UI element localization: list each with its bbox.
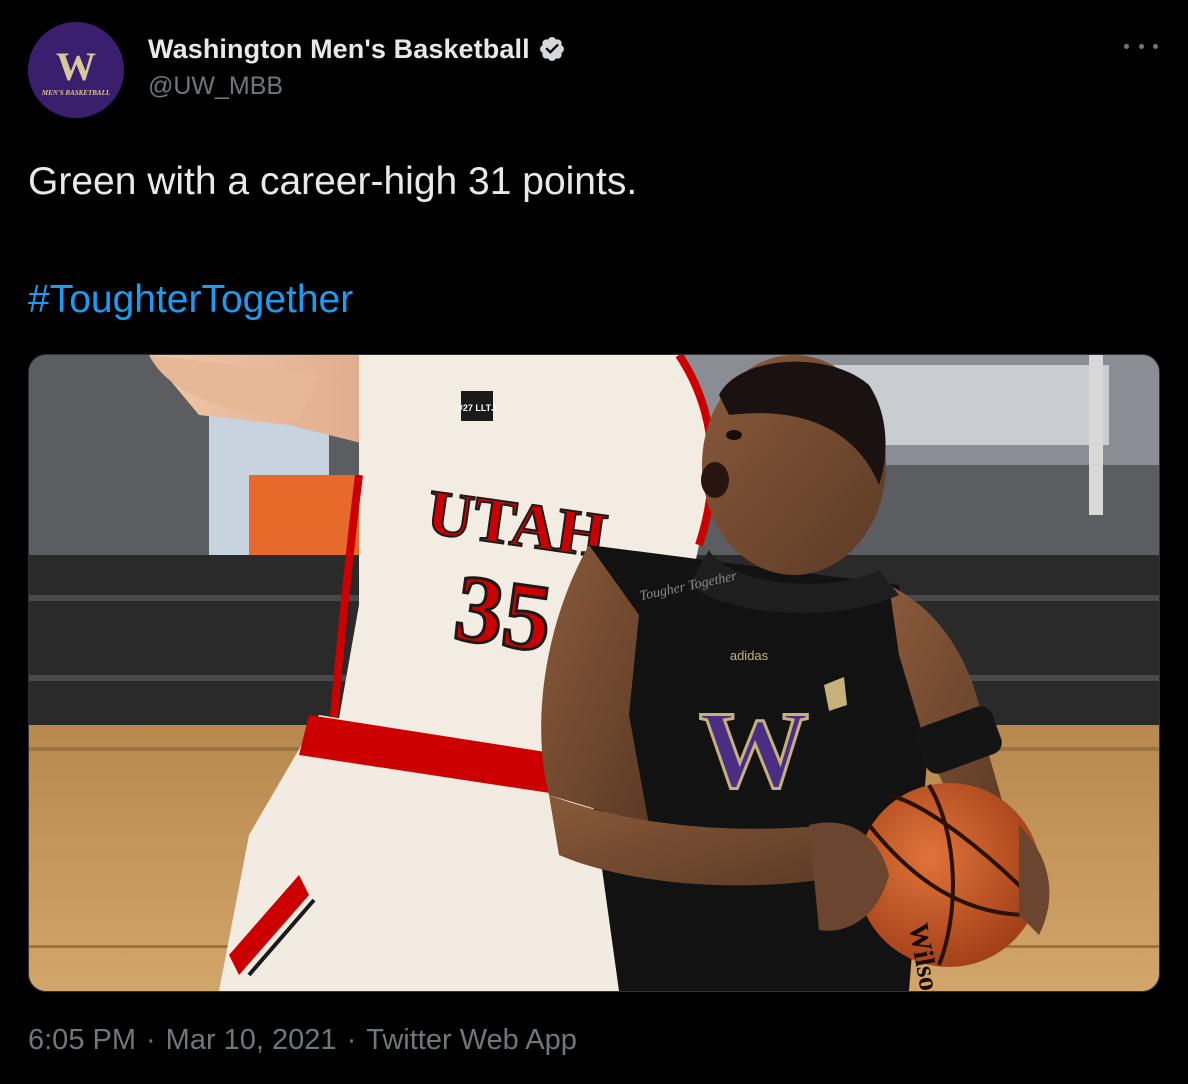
avatar[interactable]: W MEN'S BASKETBALL [28, 22, 124, 118]
more-dot-icon [1124, 43, 1129, 49]
display-name[interactable]: Washington Men's Basketball [148, 34, 530, 65]
tweet-photo[interactable]: UTAH 35 #27 LLTJ W Tougher Together adid… [28, 354, 1160, 992]
verified-badge-icon [539, 37, 564, 61]
tweet-meta: 6:05 PM · Mar 10, 2021 · Twitter Web App [28, 1024, 577, 1057]
tweet-card: W MEN'S BASKETBALL Washington Men's Bask… [0, 0, 1188, 1084]
uw-logo-icon: W MEN'S BASKETBALL [28, 22, 124, 118]
jersey-brand: adidas [730, 648, 769, 663]
basketball-photo: UTAH 35 #27 LLTJ W Tougher Together adid… [29, 355, 1159, 991]
display-name-row: Washington Men's Basketball [148, 32, 566, 66]
jersey-number-utah: 35 [449, 553, 559, 672]
meta-separator: · [146, 1024, 156, 1056]
avatar-caption: MEN'S BASKETBALL [41, 89, 110, 97]
meta-separator: · [346, 1024, 357, 1056]
more-dot-icon [1138, 43, 1144, 49]
more-options-button[interactable] [1124, 34, 1158, 58]
avatar-letter: W [56, 44, 96, 89]
more-dot-icon [1153, 43, 1158, 49]
tweet-text: Green with a career-high 31 points. [28, 160, 638, 203]
tweet-source[interactable]: Twitter Web App [366, 1024, 577, 1057]
jersey-patch: #27 LLTJ [458, 403, 496, 413]
jersey-letter-uw: W [699, 689, 809, 811]
handle[interactable]: @UW_MBB [148, 72, 566, 101]
tweet-date[interactable]: Mar 10, 2021 [166, 1024, 337, 1057]
tweet-time[interactable]: 6:05 PM [28, 1024, 136, 1057]
author-block: Washington Men's Basketball @UW_MBB [148, 32, 566, 101]
hashtag-link[interactable]: #ToughterTogether [28, 276, 353, 324]
